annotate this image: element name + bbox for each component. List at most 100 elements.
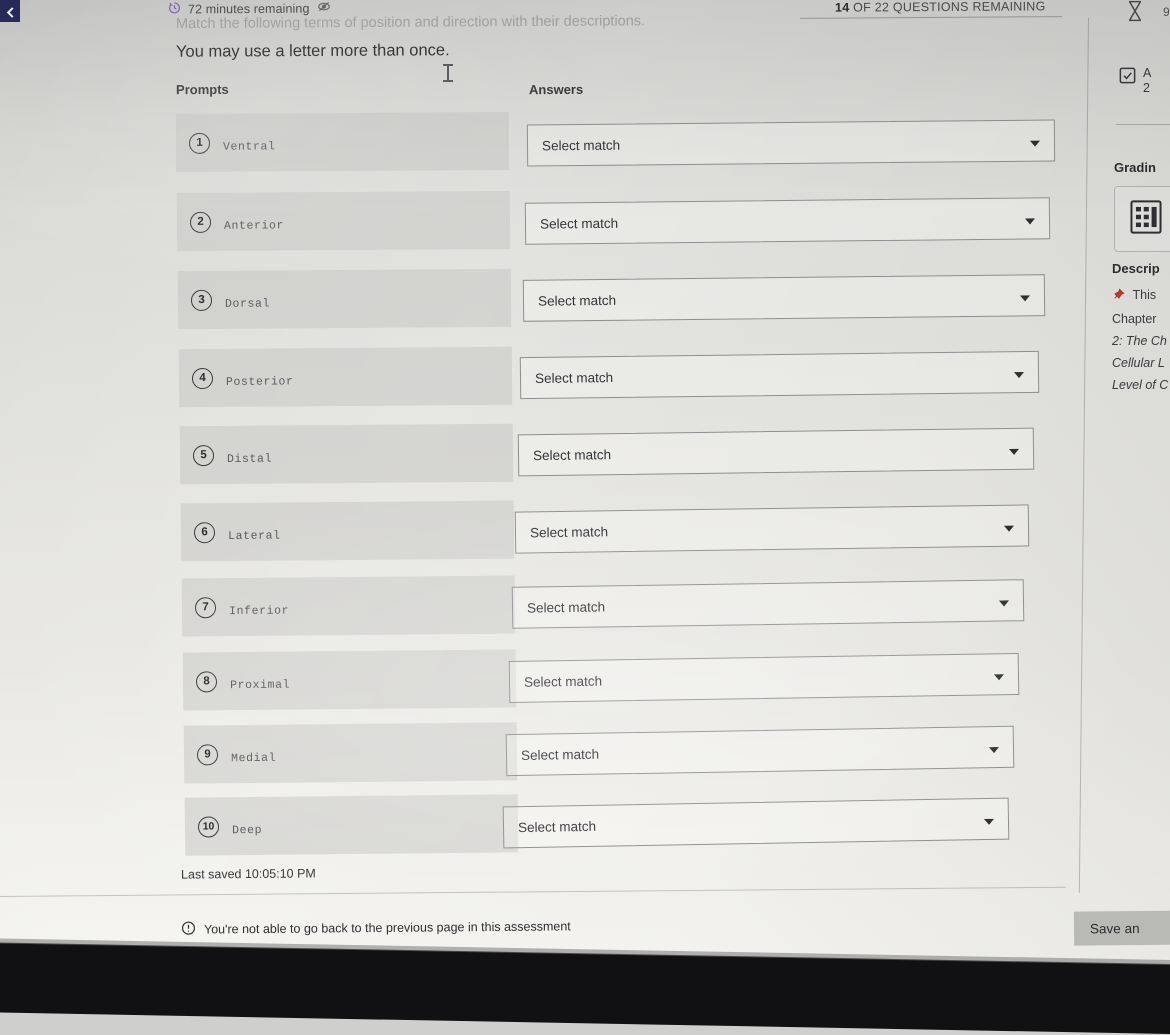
table-row: 8 Proximal Select match	[0, 651, 1066, 709]
answer-select-value: Select match	[524, 673, 602, 689]
prompt-cell: 10 Deep	[185, 794, 519, 855]
sidebar-divider	[1079, 18, 1089, 893]
answer-select-value: Select match	[542, 137, 620, 153]
prompt-label: Ventral	[223, 140, 276, 153]
grading-section-title: Gradin	[1114, 160, 1156, 175]
answers-column-header: Answers	[529, 82, 583, 97]
prompt-label: Dorsal	[225, 297, 270, 310]
question-counter-underline	[800, 16, 1062, 19]
table-row: 1 Ventral Select match	[0, 113, 1066, 171]
question-counter: 14 OF 22 QUESTIONS REMAINING	[835, 0, 1046, 15]
sidebar-section-divider	[1116, 124, 1170, 125]
prompt-number-badge: 5	[193, 445, 214, 466]
prompt-label: Deep	[232, 823, 262, 836]
answer-select-8[interactable]: Select match	[509, 653, 1020, 703]
prompt-number-badge: 9	[197, 744, 218, 765]
question-main-panel: Match the following terms of position an…	[0, 0, 1066, 942]
description-line-3: 2: The Ch	[1112, 334, 1167, 348]
table-row: 3 Dorsal Select match	[0, 270, 1066, 328]
description-line-5: Level of C	[1112, 378, 1168, 392]
answer-select-value: Select match	[533, 447, 611, 463]
prompt-cell: 4 Posterior	[179, 347, 512, 407]
prompt-cell: 5 Distal	[180, 424, 513, 485]
timer-label: 72 minutes remaining	[188, 1, 310, 16]
assessment-header: 72 minutes remaining 14 OF 22 QUESTIONS …	[0, 0, 1170, 22]
last-saved-status: Last saved 10:05:10 PM	[181, 866, 316, 881]
prompt-cell: 2 Anterior	[177, 191, 510, 251]
prompt-label: Posterior	[226, 375, 294, 388]
description-body: This Chapter 2: The Ch Cellular L Level …	[1112, 284, 1168, 396]
prompt-cell: 1 Ventral	[176, 112, 509, 172]
calculator-icon	[1128, 198, 1164, 241]
save-and-continue-button[interactable]: Save an	[1074, 910, 1170, 945]
chevron-down-icon	[1014, 372, 1024, 378]
question-instruction: You may use a letter more than once.	[176, 41, 450, 62]
answer-select-3[interactable]: Select match	[523, 274, 1045, 322]
prompt-number-badge: 1	[189, 132, 210, 153]
chevron-left-icon	[5, 6, 16, 19]
chevron-down-icon	[989, 747, 999, 753]
question-counter-text: OF 22 QUESTIONS REMAINING	[849, 0, 1045, 15]
answer-select-value: Select match	[538, 292, 616, 308]
prompt-label: Distal	[227, 452, 272, 465]
prompt-label: Medial	[231, 751, 276, 764]
prompts-column-header: Prompts	[176, 82, 229, 97]
prompt-number-badge: 4	[192, 367, 213, 388]
question-counter-number: 14	[835, 1, 849, 15]
pushpin-icon	[1112, 290, 1128, 304]
back-navigation-tab[interactable]	[0, 0, 20, 22]
description-section-title: Descrip	[1112, 261, 1160, 276]
prompt-number-badge: 10	[198, 816, 219, 837]
chevron-down-icon	[1004, 526, 1014, 532]
eye-off-icon[interactable]	[316, 0, 330, 17]
answer-select-5[interactable]: Select match	[518, 428, 1035, 477]
exclamation-circle-icon	[181, 921, 196, 939]
header-right-number: 9	[1163, 5, 1170, 19]
timer-region: 72 minutes remaining	[168, 0, 331, 17]
answer-select-value: Select match	[535, 370, 613, 386]
answer-select-value: Select match	[527, 599, 605, 615]
answer-select-1[interactable]: Select match	[527, 119, 1055, 166]
navigation-warning-text: You're not able to go back to the previo…	[204, 919, 571, 936]
footer-divider	[0, 887, 1066, 897]
prompt-label: Proximal	[230, 678, 290, 692]
text-cursor-icon	[447, 64, 449, 82]
hourglass-icon[interactable]	[1126, 0, 1144, 27]
prompt-label: Lateral	[228, 529, 281, 542]
answer-select-10[interactable]: Select match	[503, 798, 1010, 849]
prompt-number-badge: 7	[195, 597, 216, 618]
table-row: 10 Deep Select match	[0, 796, 1066, 854]
chevron-down-icon	[984, 819, 994, 825]
attempt-text: A 2	[1143, 66, 1151, 96]
attempt-info[interactable]: A 2	[1118, 66, 1151, 96]
answer-select-4[interactable]: Select match	[520, 351, 1039, 399]
attempt-line-2: 2	[1143, 81, 1150, 95]
table-row: 7 Inferior Select match	[0, 577, 1066, 635]
description-line-4: Cellular L	[1112, 356, 1165, 370]
answer-select-9[interactable]: Select match	[506, 726, 1015, 776]
calculator-tool-button[interactable]	[1114, 186, 1170, 252]
answer-select-7[interactable]: Select match	[512, 579, 1025, 629]
navigation-warning: You're not able to go back to the previo…	[181, 917, 571, 938]
prompt-number-badge: 2	[190, 211, 211, 232]
prompt-cell: 8 Proximal	[183, 649, 517, 710]
prompt-number-badge: 8	[196, 671, 217, 692]
prompt-label: Inferior	[229, 604, 289, 618]
clock-icon	[168, 1, 181, 17]
table-row: 2 Anterior Select match	[0, 192, 1066, 250]
prompt-number-badge: 6	[194, 522, 215, 543]
prompt-cell: 3 Dorsal	[178, 269, 511, 329]
chevron-down-icon	[994, 674, 1004, 680]
chevron-down-icon	[1009, 449, 1019, 455]
answer-select-2[interactable]: Select match	[525, 197, 1050, 244]
prompt-label: Anterior	[224, 219, 284, 232]
prompt-cell: 6 Lateral	[181, 501, 514, 562]
prompt-number-badge: 3	[191, 289, 212, 310]
chevron-down-icon	[999, 600, 1009, 606]
chevron-down-icon	[1020, 295, 1030, 301]
chevron-down-icon	[1025, 218, 1035, 224]
answer-select-value: Select match	[521, 746, 599, 762]
prompt-cell: 9 Medial	[184, 722, 518, 783]
description-line-2: Chapter	[1112, 312, 1156, 326]
answer-select-6[interactable]: Select match	[515, 504, 1030, 553]
